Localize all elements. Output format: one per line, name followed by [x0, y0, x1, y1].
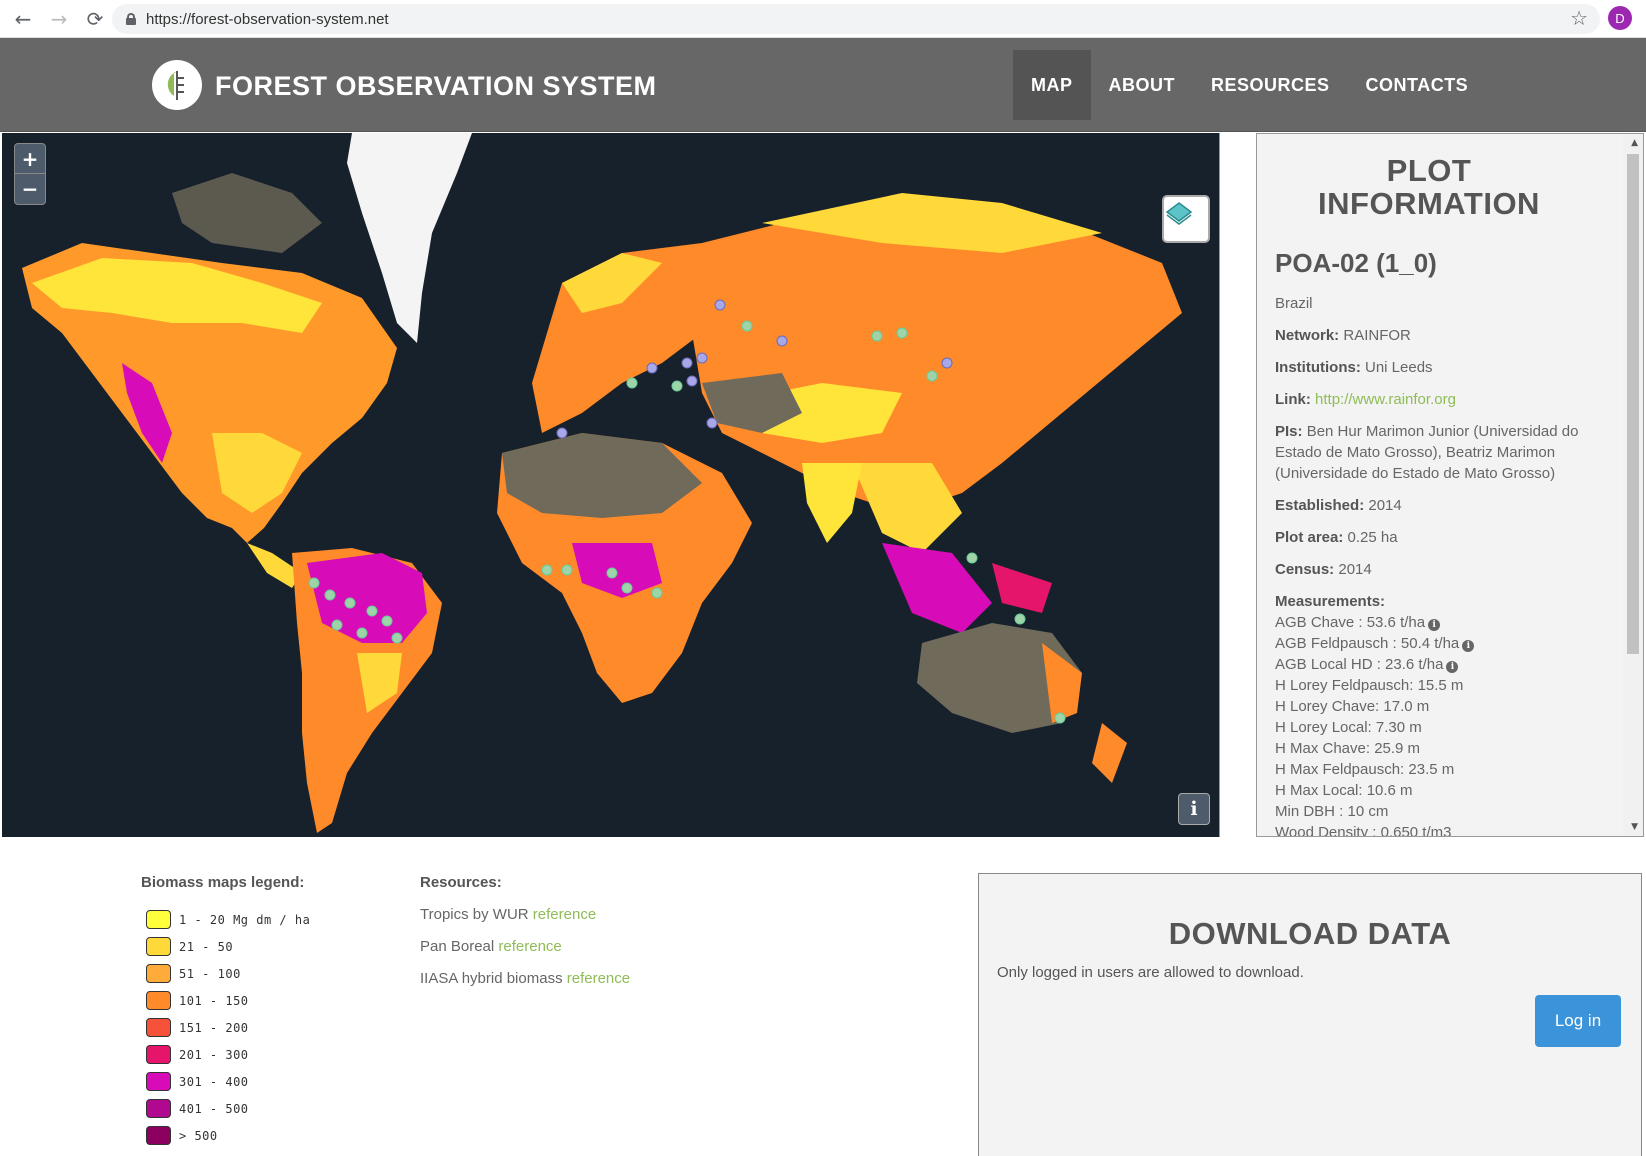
info-icon[interactable]: i	[1428, 619, 1441, 631]
lock-icon	[126, 13, 136, 25]
resources-title: Resources:	[420, 874, 502, 891]
url-text[interactable]: https://forest-observation-system.net	[146, 11, 389, 28]
scroll-down-icon[interactable]: ▼	[1631, 822, 1638, 832]
download-title: DOWNLOAD DATA	[1168, 916, 1452, 951]
biomass-map[interactable]: + − i	[2, 133, 1220, 837]
layers-icon[interactable]	[1162, 195, 1210, 243]
measurement-item: H Lorey Local: 7.30 m	[1275, 719, 1422, 736]
site-header: FOREST OBSERVATION SYSTEM MAP ABOUT RESO…	[0, 38, 1646, 132]
rainfor-link[interactable]: http://www.rainfor.org	[1315, 391, 1456, 408]
legend-swatch	[146, 1072, 171, 1091]
plot-network: Network: RAINFOR	[1275, 327, 1411, 344]
site-title[interactable]: FOREST OBSERVATION SYSTEM	[215, 71, 657, 102]
legend-swatch	[146, 1045, 171, 1064]
plot-details: Brazil Network: RAINFOR Institutions: Un…	[1275, 293, 1613, 837]
forward-icon[interactable]: →	[46, 6, 72, 32]
plot-information-heading: PLOT INFORMATION	[1318, 153, 1540, 221]
measurement-item: H Max Feldpausch: 23.5 m	[1275, 761, 1455, 778]
resource-item: Tropics by WUR reference	[420, 906, 597, 923]
address-bar[interactable]: https://forest-observation-system.net	[112, 4, 1600, 34]
scroll-up-icon[interactable]: ▲	[1631, 138, 1638, 148]
biomass-legend: 1 - 20 Mg dm / ha 21 - 50 51 - 100 101 -…	[146, 906, 310, 1149]
plot-country: Brazil	[1275, 295, 1313, 312]
measurement-item: Wood Density : 0.650 t/m3	[1275, 824, 1452, 837]
legend-swatch	[146, 1126, 171, 1145]
legend-swatch	[146, 991, 171, 1010]
legend-item: > 500	[146, 1122, 310, 1149]
legend-item: 51 - 100	[146, 960, 310, 987]
login-button[interactable]: Log in	[1535, 995, 1621, 1047]
measurement-item: AGB Feldpausch : 50.4 t/ha i	[1275, 633, 1613, 654]
legend-item: 401 - 500	[146, 1095, 310, 1122]
legend-item: 1 - 20 Mg dm / ha	[146, 906, 310, 933]
measurement-item: AGB Chave : 53.6 t/ha i	[1275, 612, 1613, 633]
legend-swatch	[146, 1099, 171, 1118]
zoom-control: + −	[14, 143, 46, 205]
legend-swatch	[146, 937, 171, 956]
legend-item: 301 - 400	[146, 1068, 310, 1095]
scroll-thumb[interactable]	[1627, 154, 1639, 654]
menu-item-about[interactable]: ABOUT	[1091, 50, 1194, 120]
plot-id: POA-02 (1_0)	[1275, 248, 1437, 278]
plot-institutions: Institutions: Uni Leeds	[1275, 359, 1433, 376]
measurement-item: Min DBH : 10 cm	[1275, 803, 1389, 820]
back-icon[interactable]: ←	[10, 6, 36, 32]
zoom-in-button[interactable]: +	[15, 144, 45, 174]
plot-census: Census: 2014	[1275, 561, 1372, 578]
logo-icon[interactable]	[152, 60, 202, 110]
legend-swatch	[146, 1018, 171, 1037]
plot-area: Plot area: 0.25 ha	[1275, 529, 1398, 546]
plot-established: Established: 2014	[1275, 497, 1402, 514]
reference-link[interactable]: reference	[567, 970, 630, 987]
main-menu: MAP ABOUT RESOURCES CONTACTS	[1013, 50, 1486, 120]
legend-title: Biomass maps legend:	[141, 874, 305, 891]
profile-avatar[interactable]: D	[1608, 6, 1632, 30]
legend-item: 201 - 300	[146, 1041, 310, 1068]
map-info-button[interactable]: i	[1178, 793, 1210, 825]
info-icon[interactable]: i	[1462, 640, 1475, 652]
measurements-label: Measurements:	[1275, 593, 1386, 610]
measurement-item: H Max Local: 10.6 m	[1275, 782, 1413, 799]
legend-item: 151 - 200	[146, 1014, 310, 1041]
zoom-out-button[interactable]: −	[15, 174, 45, 204]
menu-item-contacts[interactable]: CONTACTS	[1348, 50, 1487, 120]
plot-link: Link: http://www.rainfor.org	[1275, 391, 1456, 408]
legend-swatch	[146, 964, 171, 983]
measurement-item: H Lorey Feldpausch: 15.5 m	[1275, 677, 1464, 694]
menu-item-map[interactable]: MAP	[1013, 50, 1091, 120]
resource-item: IIASA hybrid biomass reference	[420, 970, 631, 987]
menu-item-resources[interactable]: RESOURCES	[1193, 50, 1348, 120]
measurement-item: AGB Local HD : 23.6 t/ha i	[1275, 654, 1613, 675]
bookmark-star-icon[interactable]: ☆	[1570, 6, 1588, 30]
reference-link[interactable]: reference	[533, 906, 596, 923]
plot-information-panel[interactable]: PLOT INFORMATION POA-02 (1_0) Brazil Net…	[1256, 133, 1644, 837]
download-note: Only logged in users are allowed to down…	[997, 964, 1304, 981]
panel-scrollbar[interactable]: ▲ ▼	[1623, 134, 1643, 836]
measurement-item: H Max Chave: 25.9 m	[1275, 740, 1421, 757]
resource-item: Pan Boreal reference	[420, 938, 562, 955]
measurement-item: H Lorey Chave: 17.0 m	[1275, 698, 1430, 715]
download-data-panel: DOWNLOAD DATA Only logged in users are a…	[978, 873, 1642, 1156]
resources-list: Tropics by WUR reference Pan Boreal refe…	[420, 906, 630, 1002]
browser-toolbar: ← → ⟳ https://forest-observation-system.…	[0, 0, 1646, 38]
info-icon[interactable]: i	[1446, 661, 1459, 673]
legend-item: 101 - 150	[146, 987, 310, 1014]
reference-link[interactable]: reference	[498, 938, 561, 955]
legend-item: 21 - 50	[146, 933, 310, 960]
plot-pis: PIs: Ben Hur Marimon Junior (Universidad…	[1275, 423, 1579, 482]
world-map-canvas[interactable]	[2, 133, 1220, 837]
legend-swatch	[146, 910, 171, 929]
reload-icon[interactable]: ⟳	[82, 6, 108, 32]
